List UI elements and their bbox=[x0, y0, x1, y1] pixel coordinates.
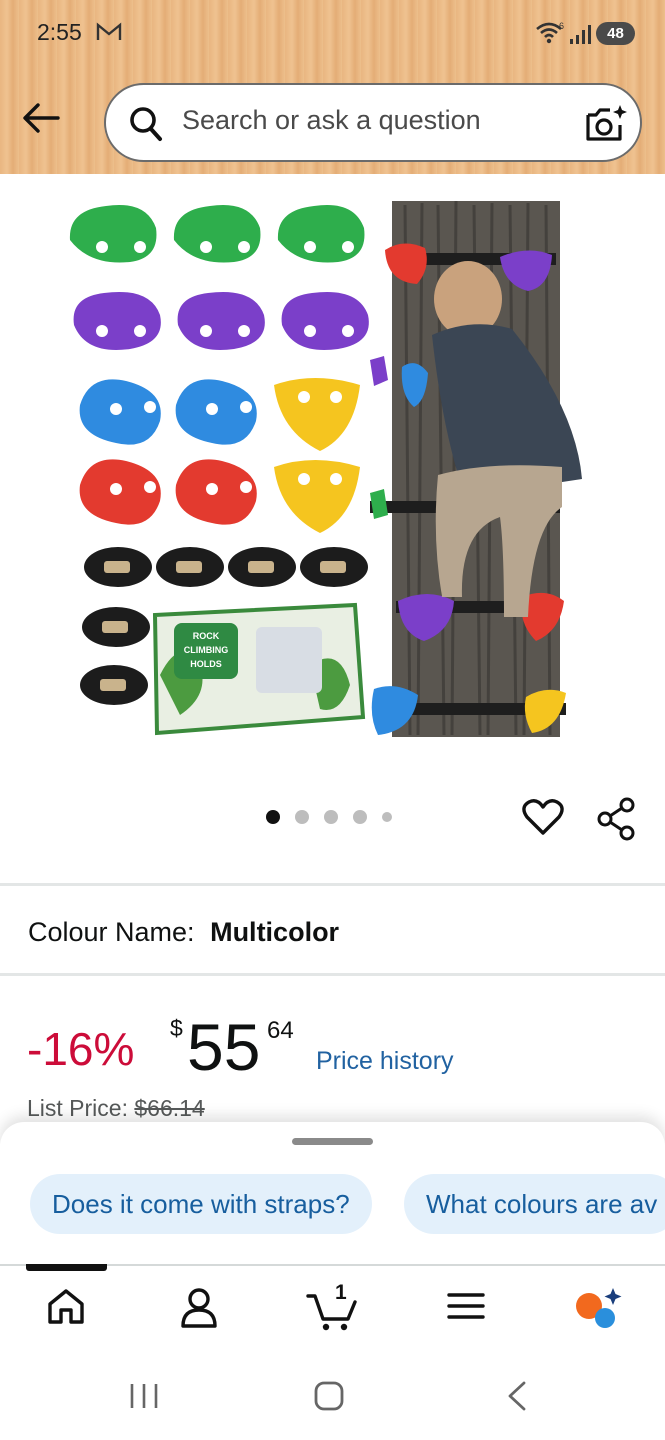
list-price-value: $66.14 bbox=[134, 1095, 205, 1121]
carousel-dot-5[interactable] bbox=[382, 812, 392, 822]
list-price: List Price: $66.14 bbox=[27, 1095, 205, 1122]
cart-icon[interactable]: 1 bbox=[306, 1281, 358, 1337]
camera-search-icon[interactable] bbox=[584, 103, 628, 150]
product-image[interactable]: ROCK CLIMBING HOLDS bbox=[60, 195, 605, 743]
colour-value: Multicolor bbox=[210, 917, 340, 947]
system-navigation-bar bbox=[0, 1350, 665, 1440]
price-history-link[interactable]: Price history bbox=[316, 1047, 454, 1076]
discount-percent: -16% bbox=[27, 1023, 135, 1075]
heart-icon[interactable] bbox=[522, 797, 564, 842]
suggestion-chip[interactable]: Does it come with straps? bbox=[30, 1174, 372, 1234]
divider bbox=[0, 883, 665, 886]
carousel-dot-4[interactable] bbox=[353, 810, 367, 824]
svg-text:6: 6 bbox=[559, 21, 564, 31]
gmail-icon bbox=[96, 22, 122, 48]
list-price-label: List Price: bbox=[27, 1095, 128, 1121]
price-whole: 55 bbox=[187, 1010, 261, 1084]
cart-count: 1 bbox=[335, 1281, 347, 1304]
colour-label: Colour Name: bbox=[28, 917, 195, 947]
price-block: -16% $ 55 64 Price history bbox=[27, 1005, 647, 1085]
home-icon[interactable] bbox=[45, 1286, 87, 1333]
recent-apps-icon[interactable] bbox=[128, 1382, 160, 1415]
divider bbox=[0, 973, 665, 976]
app-header: 2:55 6 48 bbox=[0, 0, 665, 174]
active-tab-indicator bbox=[26, 1264, 107, 1271]
rufus-suggestions-sheet: Does it come with straps? What colours a… bbox=[0, 1122, 665, 1267]
carousel-dot-2[interactable] bbox=[295, 810, 309, 824]
status-bar: 2:55 6 48 bbox=[0, 0, 665, 66]
rufus-icon[interactable] bbox=[572, 1286, 624, 1335]
back-arrow-icon[interactable] bbox=[22, 100, 60, 141]
home-button-icon[interactable] bbox=[313, 1380, 345, 1417]
menu-icon[interactable] bbox=[446, 1286, 486, 1331]
bottom-navigation: 1 bbox=[0, 1264, 665, 1350]
status-time: 2:55 bbox=[37, 19, 82, 45]
account-icon[interactable] bbox=[178, 1286, 220, 1335]
suggestion-chip[interactable]: What colours are av bbox=[404, 1174, 665, 1234]
price-fraction: 64 bbox=[267, 1017, 294, 1044]
search-icon bbox=[128, 105, 164, 148]
share-icon[interactable] bbox=[596, 797, 638, 846]
signal-icon bbox=[569, 23, 593, 50]
box-text-line-2: CLIMBING bbox=[184, 645, 229, 655]
image-carousel-dots[interactable] bbox=[266, 810, 392, 824]
sheet-drag-handle[interactable] bbox=[292, 1138, 373, 1145]
wifi-icon: 6 bbox=[535, 21, 567, 50]
price-currency: $ bbox=[170, 1015, 183, 1041]
search-input[interactable] bbox=[182, 105, 562, 136]
box-text-line-1: ROCK bbox=[193, 631, 220, 641]
carousel-dot-1[interactable] bbox=[266, 810, 280, 824]
colour-selector: Colour Name: Multicolor bbox=[28, 917, 339, 948]
box-text-line-3: HOLDS bbox=[190, 659, 222, 669]
battery-indicator: 48 bbox=[596, 22, 635, 45]
carousel-dot-3[interactable] bbox=[324, 810, 338, 824]
system-back-icon[interactable] bbox=[504, 1380, 528, 1417]
search-bar[interactable] bbox=[104, 83, 642, 162]
